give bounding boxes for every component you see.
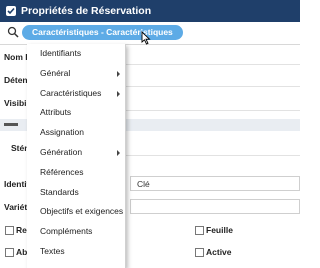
menu-item-complements[interactable]: Compléments [27, 222, 125, 242]
window-check-icon [6, 6, 16, 16]
checkbox-active-label: Active [206, 247, 232, 257]
collapse-toggle-icon[interactable] [4, 123, 18, 126]
menu-item-caracteristiques[interactable]: Caractéristiques [27, 84, 125, 104]
submenu-arrow-icon [117, 90, 120, 97]
checkbox-ab-label: Ab [16, 247, 28, 257]
menu-item-objectifs[interactable]: Objectifs et exigences [27, 202, 125, 222]
menu-item-assignation[interactable]: Assignation [27, 123, 125, 143]
category-dropdown-menu: Identifiants Général Caractéristiques At… [27, 44, 126, 268]
checkbox-re[interactable] [5, 226, 14, 235]
mouse-cursor-icon [141, 31, 151, 45]
checkbox-feuille-label: Feuille [206, 225, 233, 235]
checkbox-re-label: Re [16, 225, 27, 235]
identifier-input[interactable]: Clé [130, 176, 300, 191]
breadcrumb-chip[interactable]: Caractéristiques - Caractéristiques [22, 25, 183, 40]
field-stereotype[interactable] [126, 155, 300, 156]
field-nom[interactable] [126, 64, 300, 65]
variete-input[interactable] [130, 199, 300, 214]
checkbox-feuille[interactable] [195, 226, 204, 235]
field-detenteur[interactable] [126, 86, 300, 87]
menu-item-references[interactable]: Références [27, 163, 125, 183]
label-visibilite: Visibi [4, 98, 27, 108]
submenu-arrow-icon [117, 70, 120, 77]
checkbox-ab[interactable] [5, 248, 14, 257]
label-identifiant: Identif [4, 179, 30, 189]
window-title: Propriétés de Réservation [21, 5, 152, 17]
menu-item-attributs[interactable]: Attributs [27, 103, 125, 123]
checkbox-active[interactable] [195, 248, 204, 257]
submenu-arrow-icon [117, 149, 120, 156]
menu-item-standards[interactable]: Standards [27, 183, 125, 203]
title-bar: Propriétés de Réservation [0, 0, 300, 22]
menu-item-generation[interactable]: Génération [27, 143, 125, 163]
search-icon[interactable] [7, 26, 19, 38]
field-visibilite[interactable] [126, 110, 300, 111]
menu-item-identifiants[interactable]: Identifiants [27, 44, 125, 64]
menu-item-textes[interactable]: Textes [27, 242, 125, 262]
menu-item-general[interactable]: Général [27, 64, 125, 84]
toolbar: Caractéristiques - Caractéristiques [0, 22, 300, 45]
